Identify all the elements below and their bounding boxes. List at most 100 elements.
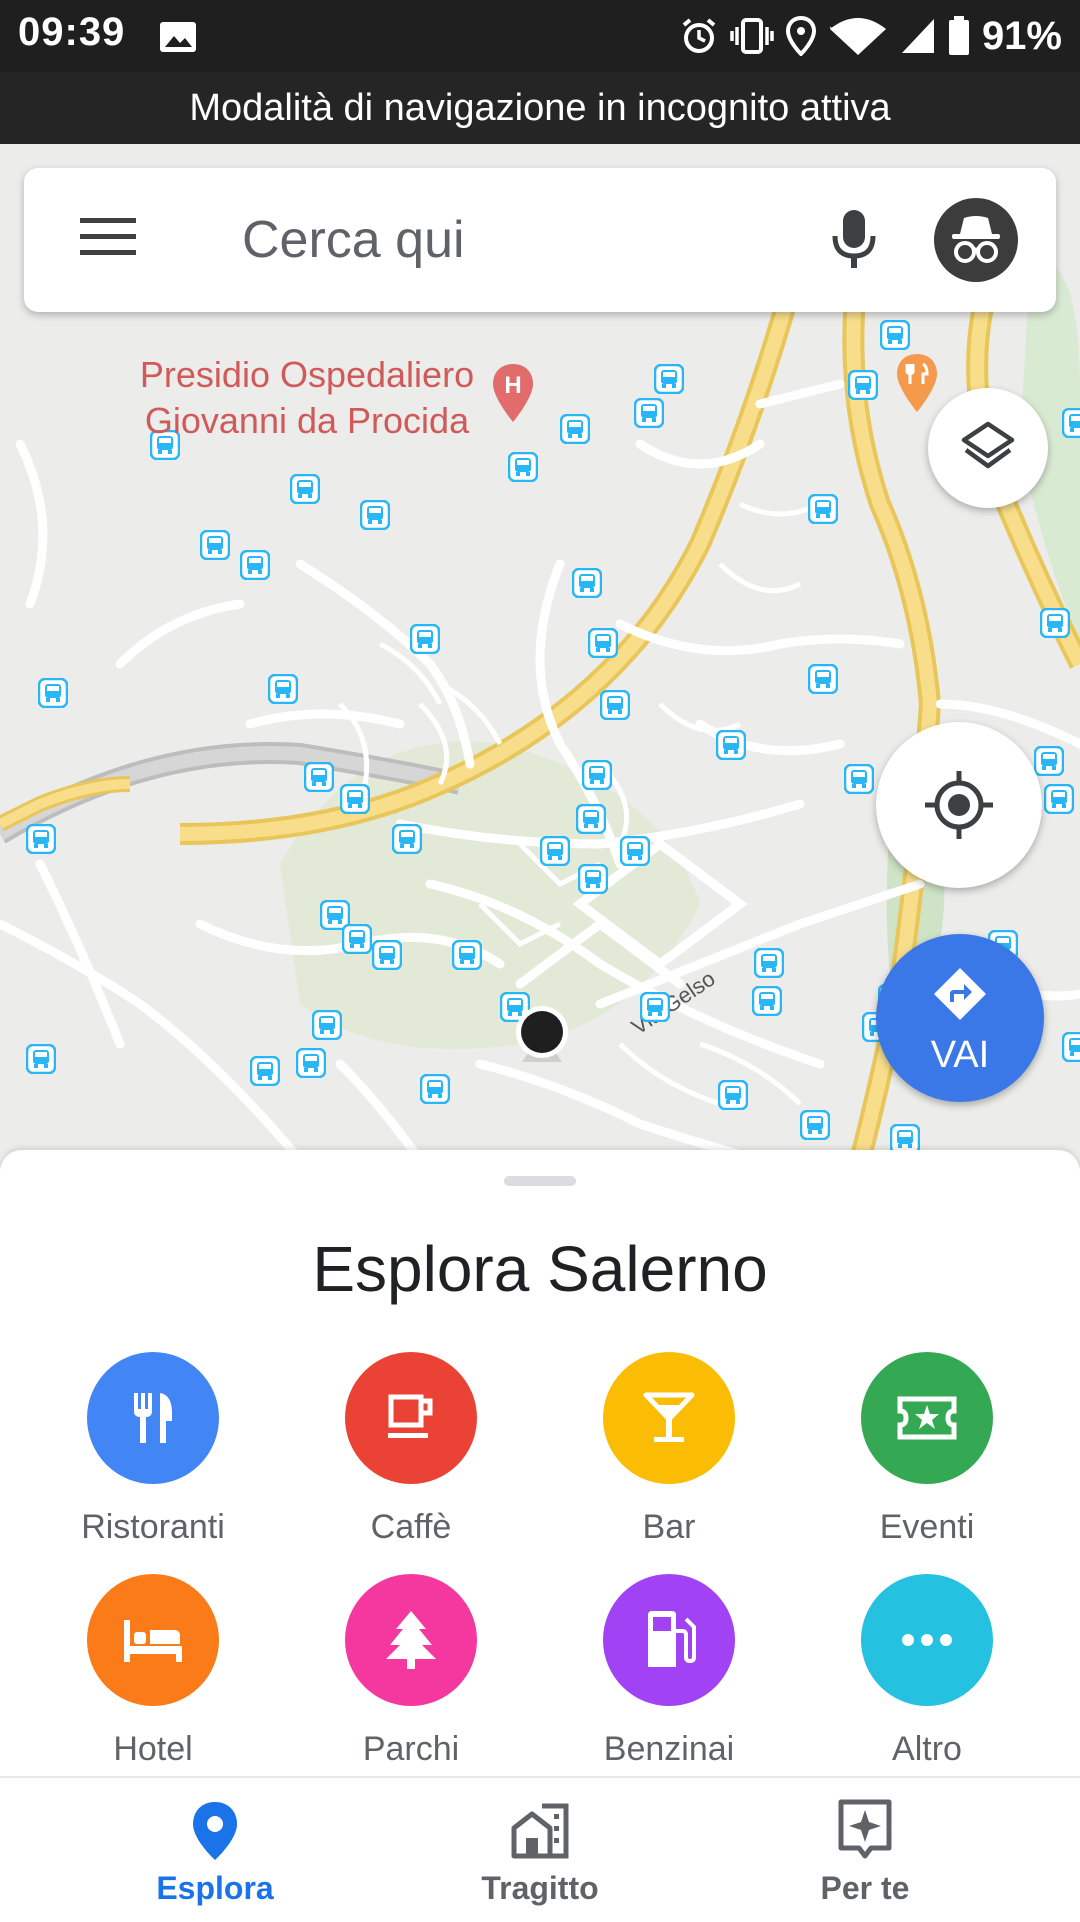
category-circle: [345, 1574, 477, 1706]
my-location-button[interactable]: [876, 722, 1042, 888]
bus-stop-icon[interactable]: [1062, 1032, 1080, 1062]
category-circle: [861, 1352, 993, 1484]
hospital-label[interactable]: Presidio Ospedaliero Giovanni da Procida: [102, 352, 512, 444]
menu-icon[interactable]: [78, 212, 138, 262]
search-bar[interactable]: [24, 168, 1056, 312]
bus-stop-icon[interactable]: [420, 1074, 450, 1104]
bus-stop-icon[interactable]: [716, 730, 746, 760]
explore-sheet[interactable]: Esplora Salerno Ristoranti Caffè Bar Eve…: [0, 1150, 1080, 1776]
restaurant-pin-icon[interactable]: [894, 352, 940, 414]
bus-stop-icon[interactable]: [752, 986, 782, 1016]
bus-stop-icon[interactable]: [342, 924, 372, 954]
bus-stop-icon[interactable]: [340, 784, 370, 814]
nav-commute[interactable]: Tragitto: [375, 1778, 705, 1922]
signal-icon: [901, 19, 934, 53]
incognito-icon: [952, 216, 1000, 263]
bus-stop-icon[interactable]: [844, 764, 874, 794]
sheet-drag-handle[interactable]: [504, 1176, 576, 1186]
nav-label: Per te: [820, 1870, 910, 1906]
directions-button[interactable]: VAI: [876, 934, 1044, 1102]
bus-stop-icon[interactable]: [410, 624, 440, 654]
category-label: Hotel: [113, 1730, 193, 1768]
mic-icon[interactable]: [830, 208, 878, 272]
bus-stop-icon[interactable]: [582, 760, 612, 790]
bus-stop-icon[interactable]: [312, 1010, 342, 1040]
layers-button[interactable]: [928, 388, 1048, 508]
bus-stop-icon[interactable]: [640, 992, 670, 1022]
cocktail-icon: [643, 1392, 695, 1442]
nav-for-you[interactable]: Per te: [700, 1778, 1030, 1922]
bus-stop-icon[interactable]: [588, 628, 618, 658]
bus-stop-icon[interactable]: [1044, 784, 1074, 814]
category-label: Parchi: [362, 1730, 460, 1768]
bus-stop-icon[interactable]: [560, 414, 590, 444]
bus-stop-icon[interactable]: [1034, 746, 1064, 776]
category-bars[interactable]: Bar: [559, 1352, 779, 1552]
bus-stop-icon[interactable]: [360, 500, 390, 530]
category-circle: [345, 1352, 477, 1484]
bus-stop-icon[interactable]: [26, 824, 56, 854]
search-input[interactable]: [240, 204, 744, 276]
bus-stop-icon[interactable]: [38, 678, 68, 708]
category-events[interactable]: Eventi: [817, 1352, 1037, 1552]
category-label: Altro: [892, 1730, 962, 1768]
bus-stop-icon[interactable]: [808, 494, 838, 524]
bus-stop-icon[interactable]: [620, 836, 650, 866]
bus-stop-icon[interactable]: [200, 530, 230, 560]
bus-stop-icon[interactable]: [600, 690, 630, 720]
tree-icon: [386, 1611, 436, 1669]
category-circle: [603, 1574, 735, 1706]
bus-stop-icon[interactable]: [26, 1044, 56, 1074]
location-icon: [785, 16, 816, 56]
bus-stop-icon[interactable]: [576, 804, 606, 834]
bus-stop-icon[interactable]: [540, 836, 570, 866]
vibrate-icon: [730, 18, 774, 54]
battery-icon: [948, 16, 969, 55]
fork-knife-icon: [134, 1393, 172, 1443]
bus-stop-icon[interactable]: [304, 762, 334, 792]
bus-stop-icon[interactable]: [800, 1110, 830, 1140]
bus-stop-icon[interactable]: [452, 940, 482, 970]
bus-stop-icon[interactable]: [372, 940, 402, 970]
crosshair-icon: [925, 771, 993, 839]
category-cafes[interactable]: Caffè: [301, 1352, 521, 1552]
category-circle: [861, 1574, 993, 1706]
status-icons: 91%: [680, 10, 1062, 62]
bus-stop-icon[interactable]: [754, 948, 784, 978]
bus-stop-icon[interactable]: [268, 674, 298, 704]
coffee-cup-icon: [388, 1394, 433, 1438]
svg-text:H: H: [504, 372, 521, 399]
directions-icon: [934, 968, 986, 1020]
bus-stop-icon[interactable]: [508, 452, 538, 482]
bus-stop-icon[interactable]: [250, 1056, 280, 1086]
category-restaurants[interactable]: Ristoranti: [43, 1352, 263, 1552]
bus-stop-icon[interactable]: [808, 664, 838, 694]
bus-stop-icon[interactable]: [296, 1048, 326, 1078]
battery-percent: 91%: [981, 13, 1062, 58]
category-more[interactable]: Altro: [817, 1574, 1037, 1774]
bus-stop-icon[interactable]: [240, 550, 270, 580]
nav-label: Esplora: [156, 1870, 274, 1906]
bus-stop-icon[interactable]: [880, 320, 910, 350]
bus-stop-icon[interactable]: [718, 1080, 748, 1110]
bus-stop-icon[interactable]: [1062, 408, 1080, 438]
bus-stop-icon[interactable]: [392, 824, 422, 854]
incognito-avatar[interactable]: [934, 198, 1018, 282]
bus-stop-icon[interactable]: [848, 370, 878, 400]
category-hotels[interactable]: Hotel: [43, 1574, 263, 1774]
category-gas-stations[interactable]: Benzinai: [559, 1574, 779, 1774]
bus-stop-icon[interactable]: [578, 864, 608, 894]
bus-stop-icon[interactable]: [654, 364, 684, 394]
nav-explore[interactable]: Esplora: [50, 1778, 380, 1922]
bus-stop-icon[interactable]: [290, 474, 320, 504]
hospital-pin-icon[interactable]: H: [490, 362, 536, 424]
bus-stop-icon[interactable]: [1040, 608, 1070, 638]
sheet-title: Esplora Salerno: [312, 1233, 768, 1305]
bus-stop-icon[interactable]: [634, 398, 664, 428]
bus-stop-icon[interactable]: [572, 568, 602, 598]
bed-icon: [124, 1620, 182, 1662]
category-label: Ristoranti: [81, 1508, 225, 1546]
category-label: Eventi: [879, 1508, 975, 1546]
category-parks[interactable]: Parchi: [301, 1574, 521, 1774]
category-circle: [87, 1352, 219, 1484]
